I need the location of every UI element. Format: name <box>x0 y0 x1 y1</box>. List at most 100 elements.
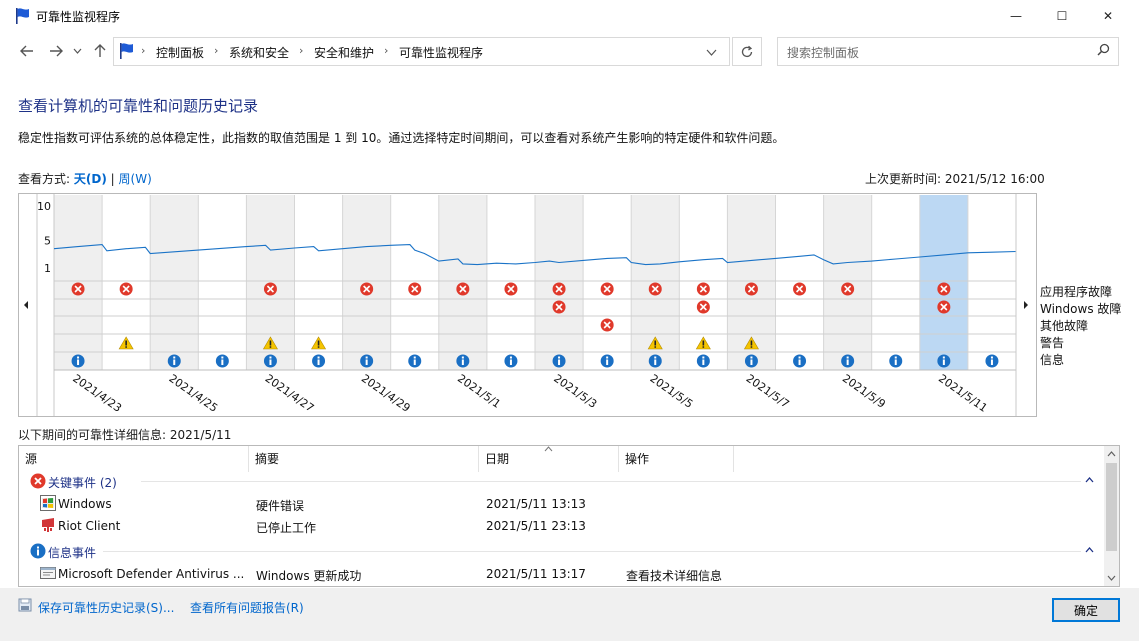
info-icon <box>173 359 176 365</box>
day-column[interactable] <box>871 195 920 370</box>
close-button[interactable]: ✕ <box>1085 0 1131 32</box>
legend-other-failure: 其他故障 <box>1040 319 1089 333</box>
event-date: 2021/5/11 13:17 <box>486 567 586 581</box>
defender-app-icon <box>40 567 56 579</box>
warning-icon <box>654 346 657 348</box>
info-icon <box>798 359 801 365</box>
info-icon <box>942 359 945 365</box>
forward-button[interactable] <box>46 40 66 62</box>
column-header-summary[interactable]: 摘要 <box>255 450 279 467</box>
info-icon <box>990 356 993 359</box>
scroll-down-icon[interactable] <box>1107 575 1116 581</box>
info-icon <box>846 356 849 359</box>
day-column[interactable] <box>967 195 1016 370</box>
view-week-link[interactable]: 周(W) <box>119 172 152 186</box>
x-tick-label: 2021/4/25 <box>166 372 220 415</box>
event-date: 2021/5/11 13:13 <box>486 497 586 511</box>
info-icon <box>846 359 849 365</box>
scrollbar-thumb[interactable] <box>1106 463 1117 551</box>
info-icon <box>894 359 897 365</box>
x-tick-label: 2021/5/5 <box>647 372 695 411</box>
collapse-icon[interactable] <box>1085 547 1094 553</box>
view-separator: | <box>110 172 115 186</box>
day-column[interactable] <box>150 195 199 370</box>
warning-icon <box>125 346 127 348</box>
event-source[interactable]: Microsoft Defender Antivirus ... <box>58 567 244 581</box>
up-button[interactable] <box>90 40 110 62</box>
info-icon <box>461 356 464 359</box>
arrow-left-icon <box>20 45 33 57</box>
details-label: 以下期间的可靠性详细信息: 2021/5/11 <box>18 428 232 442</box>
legend-app-failure: 应用程序故障 <box>1040 285 1113 299</box>
column-divider <box>733 446 734 472</box>
breadcrumb-security-maintenance[interactable]: 安全和维护 <box>314 44 374 61</box>
page-title: 查看计算机的可靠性和问题历史记录 <box>18 97 259 115</box>
warning-icon <box>702 340 705 346</box>
reliability-chart[interactable]: 10 5 1 2021/4/23 2021/4/25 2021/4/27 2021/4/29… <box>18 193 1037 417</box>
breadcrumb-separator-icon: › <box>214 44 219 57</box>
group-info-events[interactable]: 信息事件 <box>48 544 96 561</box>
info-icon <box>365 356 368 359</box>
breadcrumb-system-security[interactable]: 系统和安全 <box>229 44 289 61</box>
maximize-button[interactable]: ☐ <box>1039 0 1085 32</box>
column-header-date[interactable]: 日期 <box>485 450 509 467</box>
view-technical-details-link[interactable]: 查看技术详细信息 <box>626 567 722 584</box>
info-icon <box>750 359 753 365</box>
x-tick-label: 2021/5/7 <box>744 372 792 411</box>
arrow-up-icon <box>94 44 106 57</box>
info-icon <box>317 359 320 365</box>
column-header-action[interactable]: 操作 <box>625 450 649 467</box>
breadcrumb-separator-icon: › <box>384 44 389 57</box>
column-header-source[interactable]: 源 <box>25 450 37 467</box>
warning-icon <box>269 346 272 348</box>
ok-button[interactable]: 确定 <box>1052 598 1120 622</box>
info-icon <box>365 359 368 365</box>
x-tick-label: 2021/5/9 <box>840 372 888 411</box>
view-day-link[interactable]: 天(D) <box>74 172 107 186</box>
breadcrumb-separator-icon: › <box>141 44 146 57</box>
scroll-up-icon[interactable] <box>1107 451 1116 457</box>
warning-icon <box>125 340 127 346</box>
title-bar[interactable]: 可靠性监视程序 — ☐ ✕ <box>0 0 1139 32</box>
save-history-icon <box>18 598 32 612</box>
day-column[interactable] <box>198 195 247 370</box>
breadcrumb-reliability-monitor[interactable]: 可靠性监视程序 <box>399 44 483 61</box>
warning-icon <box>750 346 753 348</box>
event-summary: 硬件错误 <box>256 499 305 513</box>
details-list[interactable]: 源 摘要 日期 操作 关键事件 (2) Windows 硬件错误 2021/5/… <box>18 445 1120 587</box>
address-dropdown-button[interactable] <box>706 45 717 59</box>
view-all-reports-link[interactable]: 查看所有问题报告(R) <box>190 599 304 616</box>
y-tick-label: 1 <box>44 262 51 275</box>
info-icon <box>750 356 753 359</box>
event-source[interactable]: Windows <box>58 497 112 511</box>
breadcrumb-control-panel[interactable]: 控制面板 <box>156 44 204 61</box>
group-divider <box>141 481 1081 482</box>
event-date: 2021/5/11 23:13 <box>486 519 586 533</box>
event-source[interactable]: Riot Client <box>58 519 120 533</box>
group-divider <box>103 551 1081 552</box>
recent-dropdown-button[interactable] <box>70 40 84 62</box>
event-summary: 已停止工作 <box>256 521 317 535</box>
scroll-right-icon[interactable] <box>1024 301 1028 309</box>
save-history-link[interactable]: 保存可靠性历史记录(S)... <box>38 599 174 616</box>
back-button[interactable] <box>17 40 37 62</box>
warning-icon <box>269 340 272 346</box>
breadcrumb-separator-icon: › <box>299 44 304 57</box>
column-divider <box>478 446 479 472</box>
group-critical-events[interactable]: 关键事件 (2) <box>48 474 117 491</box>
info-icon <box>77 359 80 365</box>
page-description: 稳定性指数可评估系统的总体稳定性，此指数的取值范围是 1 到 10。通过选择特定… <box>18 131 785 145</box>
reliability-chart-svg[interactable]: 10 5 1 2021/4/23 2021/4/25 2021/4/27 2021/4/29… <box>19 194 1036 416</box>
refresh-button[interactable] <box>732 37 762 66</box>
arrow-right-icon <box>50 45 63 57</box>
minimize-button[interactable]: — <box>993 0 1039 32</box>
refresh-icon <box>741 45 753 57</box>
info-event-icon <box>30 543 46 559</box>
search-icon[interactable] <box>1097 43 1110 56</box>
info-icon <box>654 356 657 359</box>
x-tick-label: 2021/4/27 <box>263 372 317 415</box>
column-divider <box>248 446 249 472</box>
collapse-icon[interactable] <box>1085 477 1094 483</box>
column-divider <box>618 446 619 472</box>
info-icon <box>269 359 272 365</box>
